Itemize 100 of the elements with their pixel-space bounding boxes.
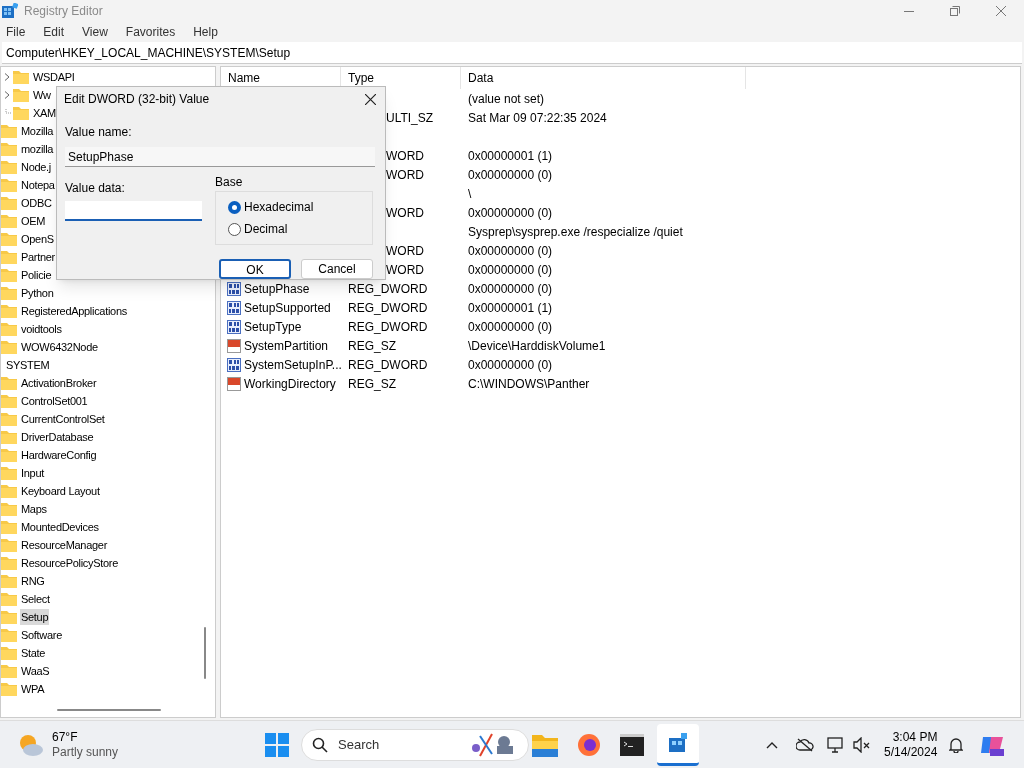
- close-icon: [364, 93, 376, 105]
- chevron-icon[interactable]: [4, 91, 10, 99]
- value-type: WORD: [386, 167, 424, 182]
- value-type: REG_DWORD: [348, 357, 428, 372]
- monitor-icon[interactable]: [827, 736, 845, 753]
- tree-item[interactable]: RegisteredApplications: [20, 302, 128, 320]
- radio-label[interactable]: Decimal: [244, 220, 288, 238]
- value-name-field[interactable]: SetupPhase: [65, 147, 375, 167]
- radio-button[interactable]: [228, 200, 241, 214]
- tree-item[interactable]: WPA: [20, 680, 46, 698]
- folder-icon: [1, 592, 17, 606]
- tree-item[interactable]: Ww: [32, 86, 52, 104]
- tree-item[interactable]: Notepa: [20, 176, 56, 194]
- registry-icon: [667, 732, 689, 754]
- value-data: 0x00000000 (0): [468, 319, 553, 334]
- temperature[interactable]: 67°F: [52, 729, 119, 745]
- value-name[interactable]: WorkingDirectory: [244, 374, 336, 393]
- clock-date[interactable]: 5/14/2024: [884, 744, 938, 760]
- bell-icon[interactable]: [949, 736, 963, 753]
- tree-item[interactable]: RNG: [20, 572, 46, 590]
- folder-icon: [1, 664, 17, 678]
- string-value-icon: [227, 376, 241, 391]
- folder-icon: [13, 106, 29, 120]
- menu-item[interactable]: File: [6, 23, 26, 41]
- registry-editor-taskbar-button[interactable]: [657, 723, 699, 766]
- tree-item[interactable]: State: [20, 644, 47, 662]
- tree-item[interactable]: WOW6432Node: [20, 338, 99, 356]
- tree-item[interactable]: XAM: [32, 104, 57, 122]
- tree-item[interactable]: Maps: [20, 500, 48, 518]
- tree-item[interactable]: ResourcePolicyStore: [20, 554, 119, 572]
- radio-label[interactable]: Hexadecimal: [244, 198, 314, 216]
- tree-item[interactable]: WSDAPI: [32, 68, 76, 86]
- tree-item[interactable]: Setup: [20, 608, 50, 626]
- tree-item[interactable]: Python: [20, 284, 55, 302]
- value-name[interactable]: SetupSupported: [244, 298, 331, 317]
- tree-item[interactable]: ODBC: [20, 194, 53, 212]
- tree-item[interactable]: CurrentControlSet: [20, 410, 106, 428]
- tree-item[interactable]: SYSTEM: [5, 356, 51, 374]
- tree-item[interactable]: ControlSet001: [20, 392, 89, 410]
- value-data: 0x00000000 (0): [468, 262, 553, 277]
- horizontal-scrollbar[interactable]: [57, 709, 161, 711]
- tree-item[interactable]: mozilla: [20, 140, 55, 158]
- value-data-field[interactable]: [65, 201, 202, 221]
- tree-item[interactable]: OEM: [20, 212, 47, 230]
- value-type: REG_DWORD: [348, 281, 428, 296]
- address-bar[interactable]: Computer\HKEY_LOCAL_MACHINE\SYSTEM\Setup: [2, 42, 1022, 64]
- weather-text[interactable]: Partly sunny: [52, 744, 119, 760]
- menu-item[interactable]: View: [82, 23, 108, 41]
- value-type: WORD: [386, 262, 424, 277]
- dialog-title: Edit DWORD (32-bit) Value: [64, 91, 210, 108]
- value-name[interactable]: SystemPartition: [244, 336, 329, 355]
- chevron-up-icon[interactable]: [766, 740, 778, 749]
- tree-item[interactable]: MountedDevices: [20, 518, 100, 536]
- tree-item[interactable]: ActivationBroker: [20, 374, 98, 392]
- tree-item[interactable]: Input: [20, 464, 45, 482]
- speaker-muted-icon[interactable]: [853, 736, 871, 753]
- menu-item[interactable]: Help: [193, 23, 218, 41]
- folder-icon: [1, 160, 17, 174]
- value-data: \Device\HarddiskVolume1: [468, 338, 606, 353]
- menu-item[interactable]: Favorites: [125, 23, 176, 41]
- registry-editor-icon: [2, 3, 18, 19]
- folder-icon: [1, 124, 17, 138]
- ok-button[interactable]: OK: [219, 259, 291, 279]
- menu-item[interactable]: Edit: [43, 23, 65, 41]
- folder-icon: [1, 394, 17, 408]
- value-name[interactable]: SetupType: [244, 317, 302, 336]
- tree-item[interactable]: WaaS: [20, 662, 51, 680]
- tree-item[interactable]: voidtools: [20, 320, 63, 338]
- tree-item[interactable]: DriverDatabase: [20, 428, 95, 446]
- tree-item[interactable]: Partner: [20, 248, 56, 266]
- start-icon[interactable]: [265, 732, 289, 757]
- folder-icon: [1, 196, 17, 210]
- clock-time[interactable]: 3:04 PM: [892, 729, 938, 745]
- terminal-icon[interactable]: [620, 733, 644, 756]
- radio-button[interactable]: [228, 222, 241, 236]
- tree-item[interactable]: ResourceManager: [20, 536, 108, 554]
- cancel-button[interactable]: Cancel: [301, 259, 373, 279]
- folder-icon: [1, 520, 17, 534]
- tree-item[interactable]: Node.j: [20, 158, 52, 176]
- chevron-icon[interactable]: [4, 73, 10, 81]
- tree-item[interactable]: Software: [20, 626, 63, 644]
- tree-item[interactable]: Select: [20, 590, 51, 608]
- close-button[interactable]: [362, 91, 378, 107]
- column-header[interactable]: Data: [461, 67, 746, 89]
- value-name[interactable]: SystemSetupInP...: [244, 355, 342, 374]
- cloud-icon[interactable]: [796, 737, 814, 752]
- value-data: 0x00000001 (1): [468, 300, 553, 315]
- tree-item[interactable]: Mozilla: [20, 122, 55, 140]
- tree-item[interactable]: Keyboard Layout: [20, 482, 101, 500]
- search-field[interactable]: Search: [301, 728, 529, 761]
- value-data: Sysprep\sysprep.exe /respecialize /quiet: [468, 224, 683, 239]
- tree-item[interactable]: HardwareConfig: [20, 446, 98, 464]
- vertical-scrollbar[interactable]: [204, 627, 206, 679]
- value-data: \: [468, 186, 472, 201]
- file-explorer-icon[interactable]: [532, 732, 558, 757]
- browser-icon[interactable]: [577, 732, 601, 757]
- value-name[interactable]: SetupPhase: [244, 279, 310, 298]
- tree-item[interactable]: Policie: [20, 266, 53, 284]
- group-label: Base: [215, 174, 244, 191]
- tree-item[interactable]: OpenS: [20, 230, 55, 248]
